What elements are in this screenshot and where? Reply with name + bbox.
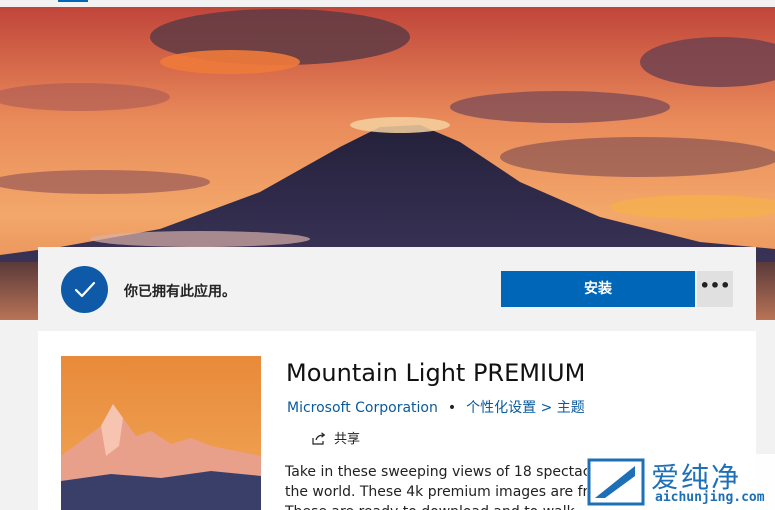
description-line: These are ready to download and to walk.… [285,502,590,510]
description-line: the world. These 4k premium images are f… [285,484,590,500]
category-link[interactable]: 个性化设置 > 主题 [466,400,585,416]
publisher-link[interactable]: Microsoft Corporation [287,400,438,416]
watermark-logo-icon [587,458,645,506]
site-watermark: 爱纯净 aichunjing.com [587,454,775,510]
app-thumbnail [61,356,261,510]
more-icon[interactable]: ••• [697,271,733,307]
checkmark-icon [61,266,108,313]
meta-separator: • [447,400,457,416]
active-tab-indicator [58,0,88,2]
share-button[interactable]: 共享 [312,428,360,447]
app-title: Mountain Light PREMIUM [286,359,586,387]
store-app-page: 你已拥有此应用。 安装 ••• Mountain Light PREMIUM M… [0,0,775,510]
watermark-url: aichunjing.com [655,490,765,505]
ownership-banner: 你已拥有此应用。 安装 ••• [38,247,756,331]
app-description: Take in these sweeping views of 18 spect… [285,462,590,510]
top-nav-strip [0,0,775,7]
install-button[interactable]: 安装 [501,271,695,307]
description-line: Take in these sweeping views of 18 spect… [285,464,590,480]
ownership-message: 你已拥有此应用。 [124,284,236,300]
share-icon [312,432,326,445]
app-meta: Microsoft Corporation • 个性化设置 > 主题 [287,397,585,417]
share-label: 共享 [334,432,361,447]
